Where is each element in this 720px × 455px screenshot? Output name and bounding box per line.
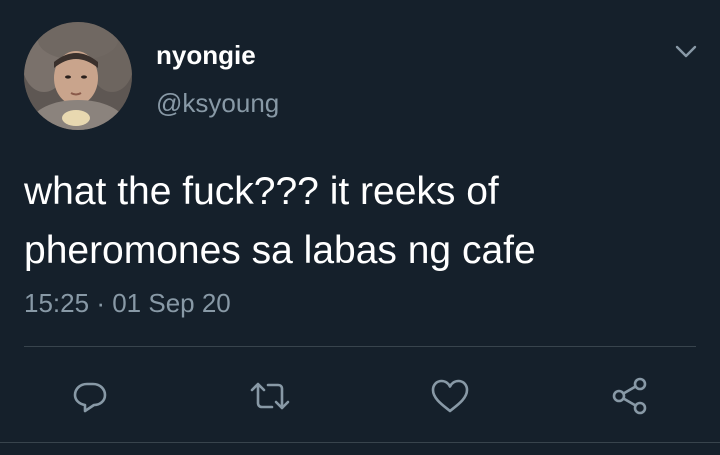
reply-icon xyxy=(73,382,107,413)
tweet-date: 01 Sep 20 xyxy=(112,288,231,318)
like-button[interactable] xyxy=(428,374,472,418)
username-handle[interactable]: @ksyoung xyxy=(156,88,279,118)
tweet-text-line: pheromones sa labas ng cafe xyxy=(24,229,536,272)
retweet-icon xyxy=(250,382,290,410)
avatar-image xyxy=(24,22,132,130)
divider xyxy=(24,346,696,347)
share-icon xyxy=(612,377,647,415)
tweet-timestamp[interactable]: 15:25 · 01 Sep 20 xyxy=(24,286,231,320)
tweet-time: 15:25 xyxy=(24,288,90,318)
tweet-card: nyongie @ksyoung what the fuck??? it ree… xyxy=(0,0,720,455)
chevron-down-icon[interactable] xyxy=(672,40,700,62)
bottom-divider xyxy=(0,442,720,443)
reply-button[interactable] xyxy=(68,374,112,418)
tweet-text-line: what the fuck??? it reeks of xyxy=(24,170,499,213)
display-name[interactable]: nyongie xyxy=(156,40,256,70)
retweet-button[interactable] xyxy=(248,374,292,418)
like-icon xyxy=(431,379,469,413)
share-button[interactable] xyxy=(608,374,652,418)
avatar[interactable] xyxy=(24,22,132,130)
tweet-text: what the fuck??? it reeks of pheromones … xyxy=(24,162,684,280)
meta-separator: · xyxy=(96,288,105,318)
